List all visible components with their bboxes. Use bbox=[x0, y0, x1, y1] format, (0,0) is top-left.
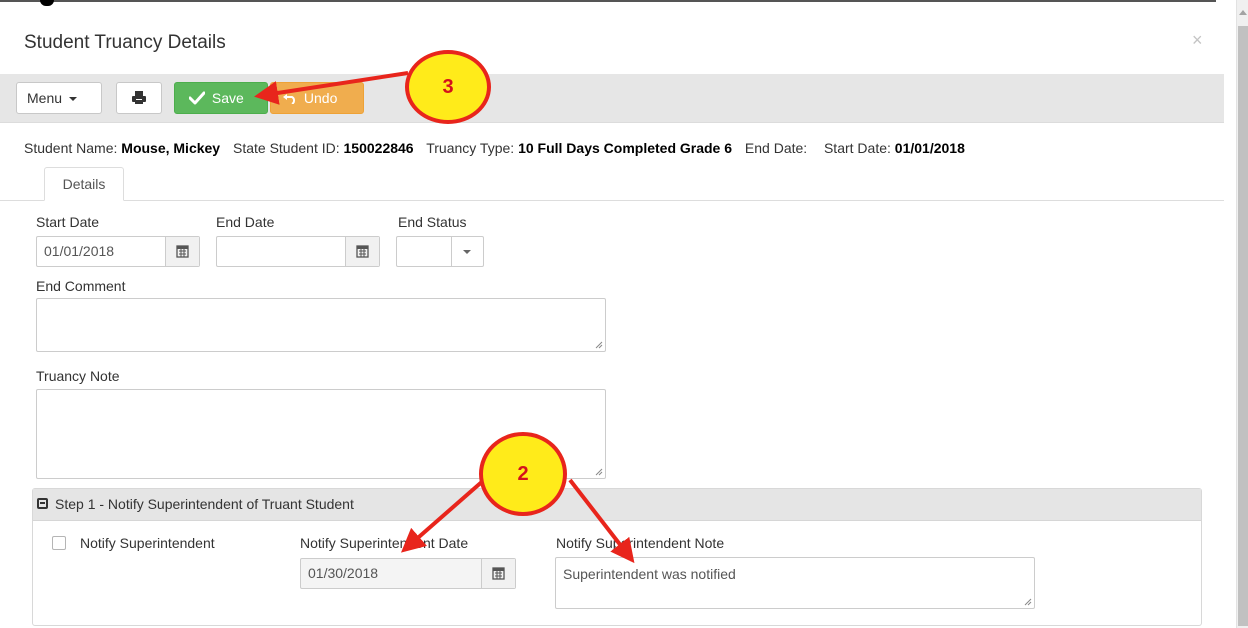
start-date-input[interactable]: 01/01/2018 bbox=[36, 236, 200, 267]
undo-button-label: Undo bbox=[303, 90, 338, 106]
caret-down-icon bbox=[68, 97, 77, 102]
end-comment-label: End Comment bbox=[36, 278, 126, 294]
save-button[interactable]: Save bbox=[174, 82, 268, 114]
notify-date-input[interactable]: 01/30/2018 bbox=[300, 558, 516, 589]
print-button[interactable] bbox=[116, 82, 162, 114]
end-date-header-label: End Date: bbox=[744, 140, 808, 156]
chevron-down-icon bbox=[463, 250, 471, 254]
start-date-label: Start Date bbox=[36, 214, 100, 230]
state-id-value: 150022846 bbox=[343, 140, 414, 156]
state-id-label: State Student ID: bbox=[233, 140, 340, 156]
end-comment-textarea[interactable] bbox=[36, 298, 606, 352]
window-top-border bbox=[0, 0, 1216, 2]
start-date-header-value: 01/01/2018 bbox=[894, 140, 965, 156]
menu-button[interactable]: Menu bbox=[16, 82, 102, 114]
notify-note-textarea[interactable]: Superintendent was notified bbox=[555, 557, 1035, 609]
save-button-label: Save bbox=[211, 90, 244, 106]
notify-note-label: Notify Superintendent Note bbox=[556, 535, 725, 551]
calendar-icon bbox=[492, 567, 505, 580]
window-corner-mark bbox=[40, 0, 54, 6]
tab-details[interactable]: Details bbox=[44, 167, 124, 201]
resize-grip-icon[interactable] bbox=[595, 341, 603, 349]
menu-button-label: Menu bbox=[27, 90, 63, 106]
truancy-type-value: 10 Full Days Completed Grade 6 bbox=[518, 140, 733, 156]
annotation-badge-3: 3 bbox=[405, 50, 491, 124]
print-icon bbox=[132, 91, 146, 104]
notify-date-label: Notify Superintendent Date bbox=[300, 535, 469, 551]
calendar-icon bbox=[356, 245, 369, 258]
resize-grip-icon[interactable] bbox=[595, 468, 603, 476]
end-status-select[interactable] bbox=[396, 236, 484, 267]
notify-date-value: 01/30/2018 bbox=[308, 565, 379, 581]
undo-icon bbox=[283, 94, 296, 105]
end-date-calendar-button[interactable] bbox=[345, 237, 379, 266]
step1-header[interactable]: Step 1 - Notify Superintendent of Truant… bbox=[33, 489, 1201, 521]
notify-superintendent-checkbox-label[interactable]: Notify Superintendent bbox=[80, 535, 215, 551]
notify-note-value: Superintendent was notified bbox=[563, 566, 736, 582]
end-status-label: End Status bbox=[398, 214, 467, 230]
student-name-label: Student Name: bbox=[24, 140, 118, 156]
truancy-note-label: Truancy Note bbox=[36, 368, 120, 384]
notify-superintendent-checkbox[interactable] bbox=[52, 536, 66, 550]
end-date-input[interactable] bbox=[216, 236, 380, 267]
tab-bar bbox=[0, 200, 1224, 201]
step1-title: Step 1 - Notify Superintendent of Truant… bbox=[55, 496, 354, 512]
scroll-up-icon[interactable] bbox=[1239, 10, 1247, 15]
start-date-value: 01/01/2018 bbox=[44, 243, 115, 259]
undo-button[interactable]: Undo bbox=[270, 82, 364, 114]
scrollbar-thumb[interactable] bbox=[1238, 26, 1248, 626]
toolbar: Menu Save Undo bbox=[0, 74, 1224, 123]
calendar-icon bbox=[176, 245, 189, 258]
student-info-line: Student Name: Mouse, Mickey State Studen… bbox=[24, 140, 965, 156]
start-date-header-label: Start Date: bbox=[823, 140, 891, 156]
close-icon[interactable]: × bbox=[1192, 30, 1203, 51]
page-scrollbar[interactable] bbox=[1236, 0, 1248, 628]
collapse-icon[interactable] bbox=[37, 498, 48, 509]
start-date-calendar-button[interactable] bbox=[165, 237, 199, 266]
check-icon bbox=[188, 91, 206, 105]
student-name-value: Mouse, Mickey bbox=[121, 140, 221, 156]
end-date-label: End Date bbox=[216, 214, 275, 230]
notify-date-calendar-button[interactable] bbox=[481, 559, 515, 588]
resize-grip-icon[interactable] bbox=[1024, 598, 1032, 606]
truancy-type-label: Truancy Type: bbox=[426, 140, 515, 156]
modal-title: Student Truancy Details bbox=[24, 32, 226, 53]
annotation-badge-2: 2 bbox=[479, 432, 567, 516]
